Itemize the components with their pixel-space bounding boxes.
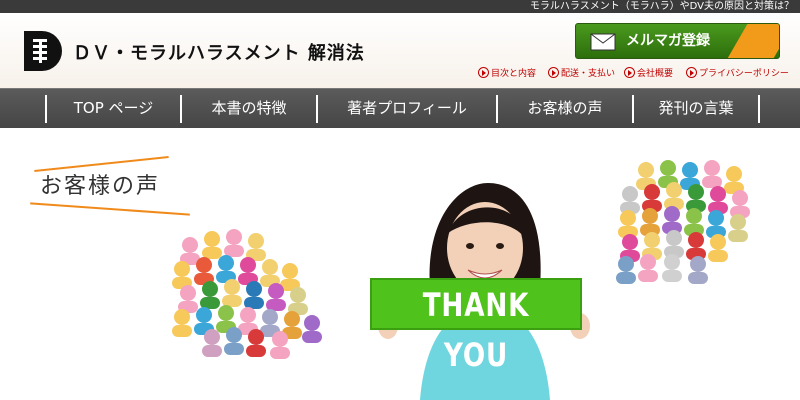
nav-item-features[interactable]: 本書の特徴 <box>182 89 316 129</box>
nav-item-author-profile[interactable]: 著者プロフィール <box>318 89 496 129</box>
nav-item-customer-voices[interactable]: お客様の声 <box>498 89 632 129</box>
link-contents[interactable]: 目次と内容 <box>478 67 536 81</box>
link-shipping[interactable]: 配送・支払い <box>548 67 615 81</box>
hero-banner: お客様の声 THANK YOU <box>0 128 800 400</box>
link-label: 会社概要 <box>637 69 674 79</box>
arrow-circle-icon <box>686 67 697 78</box>
heading-line-bottom <box>30 202 190 216</box>
link-label: 目次と内容 <box>491 69 537 79</box>
site-tagline: モラルハラスメント（モラハラ）やDV夫の原因と対策は？ <box>529 1 794 12</box>
header-links: 目次と内容 配送・支払い 会社概要 プライバシーポリシー <box>478 67 798 83</box>
arrow-circle-icon <box>624 67 635 78</box>
nav-item-top[interactable]: TOP ページ <box>47 89 180 129</box>
button-stripe <box>726 24 779 58</box>
voice-heading: お客様の声 <box>40 174 161 199</box>
arrow-circle-icon <box>478 67 489 78</box>
logo-mark[interactable] <box>24 31 62 71</box>
nav-divider <box>758 95 760 123</box>
top-strip: モラルハラスメント（モラハラ）やDV夫の原因と対策は？ <box>0 0 800 13</box>
site-header: ＤＶ・モラルハラスメント 解消法 メルマガ登録 目次と内容 配送・支払い 会社概… <box>0 13 800 88</box>
site-title[interactable]: ＤＶ・モラルハラスメント 解消法 <box>73 39 365 65</box>
thank-you-text: THANK YOU <box>422 286 530 374</box>
link-label: プライバシーポリシー <box>699 69 789 79</box>
main-nav: TOP ページ 本書の特徴 著者プロフィール お客様の声 発刊の言葉 <box>0 88 800 128</box>
thank-you-sign: THANK YOU <box>370 278 582 374</box>
arrow-circle-icon <box>548 67 559 78</box>
envelope-icon <box>590 33 616 51</box>
people-crowd-icon <box>616 160 750 284</box>
link-company[interactable]: 会社概要 <box>624 67 673 81</box>
newsletter-button[interactable]: メルマガ登録 <box>575 23 780 59</box>
link-privacy[interactable]: プライバシーポリシー <box>686 67 789 81</box>
newsletter-label: メルマガ登録 <box>626 33 710 49</box>
nav-item-publication-words[interactable]: 発刊の言葉 <box>634 89 758 129</box>
link-label: 配送・支払い <box>561 69 616 79</box>
people-crowd-icon <box>172 229 322 359</box>
